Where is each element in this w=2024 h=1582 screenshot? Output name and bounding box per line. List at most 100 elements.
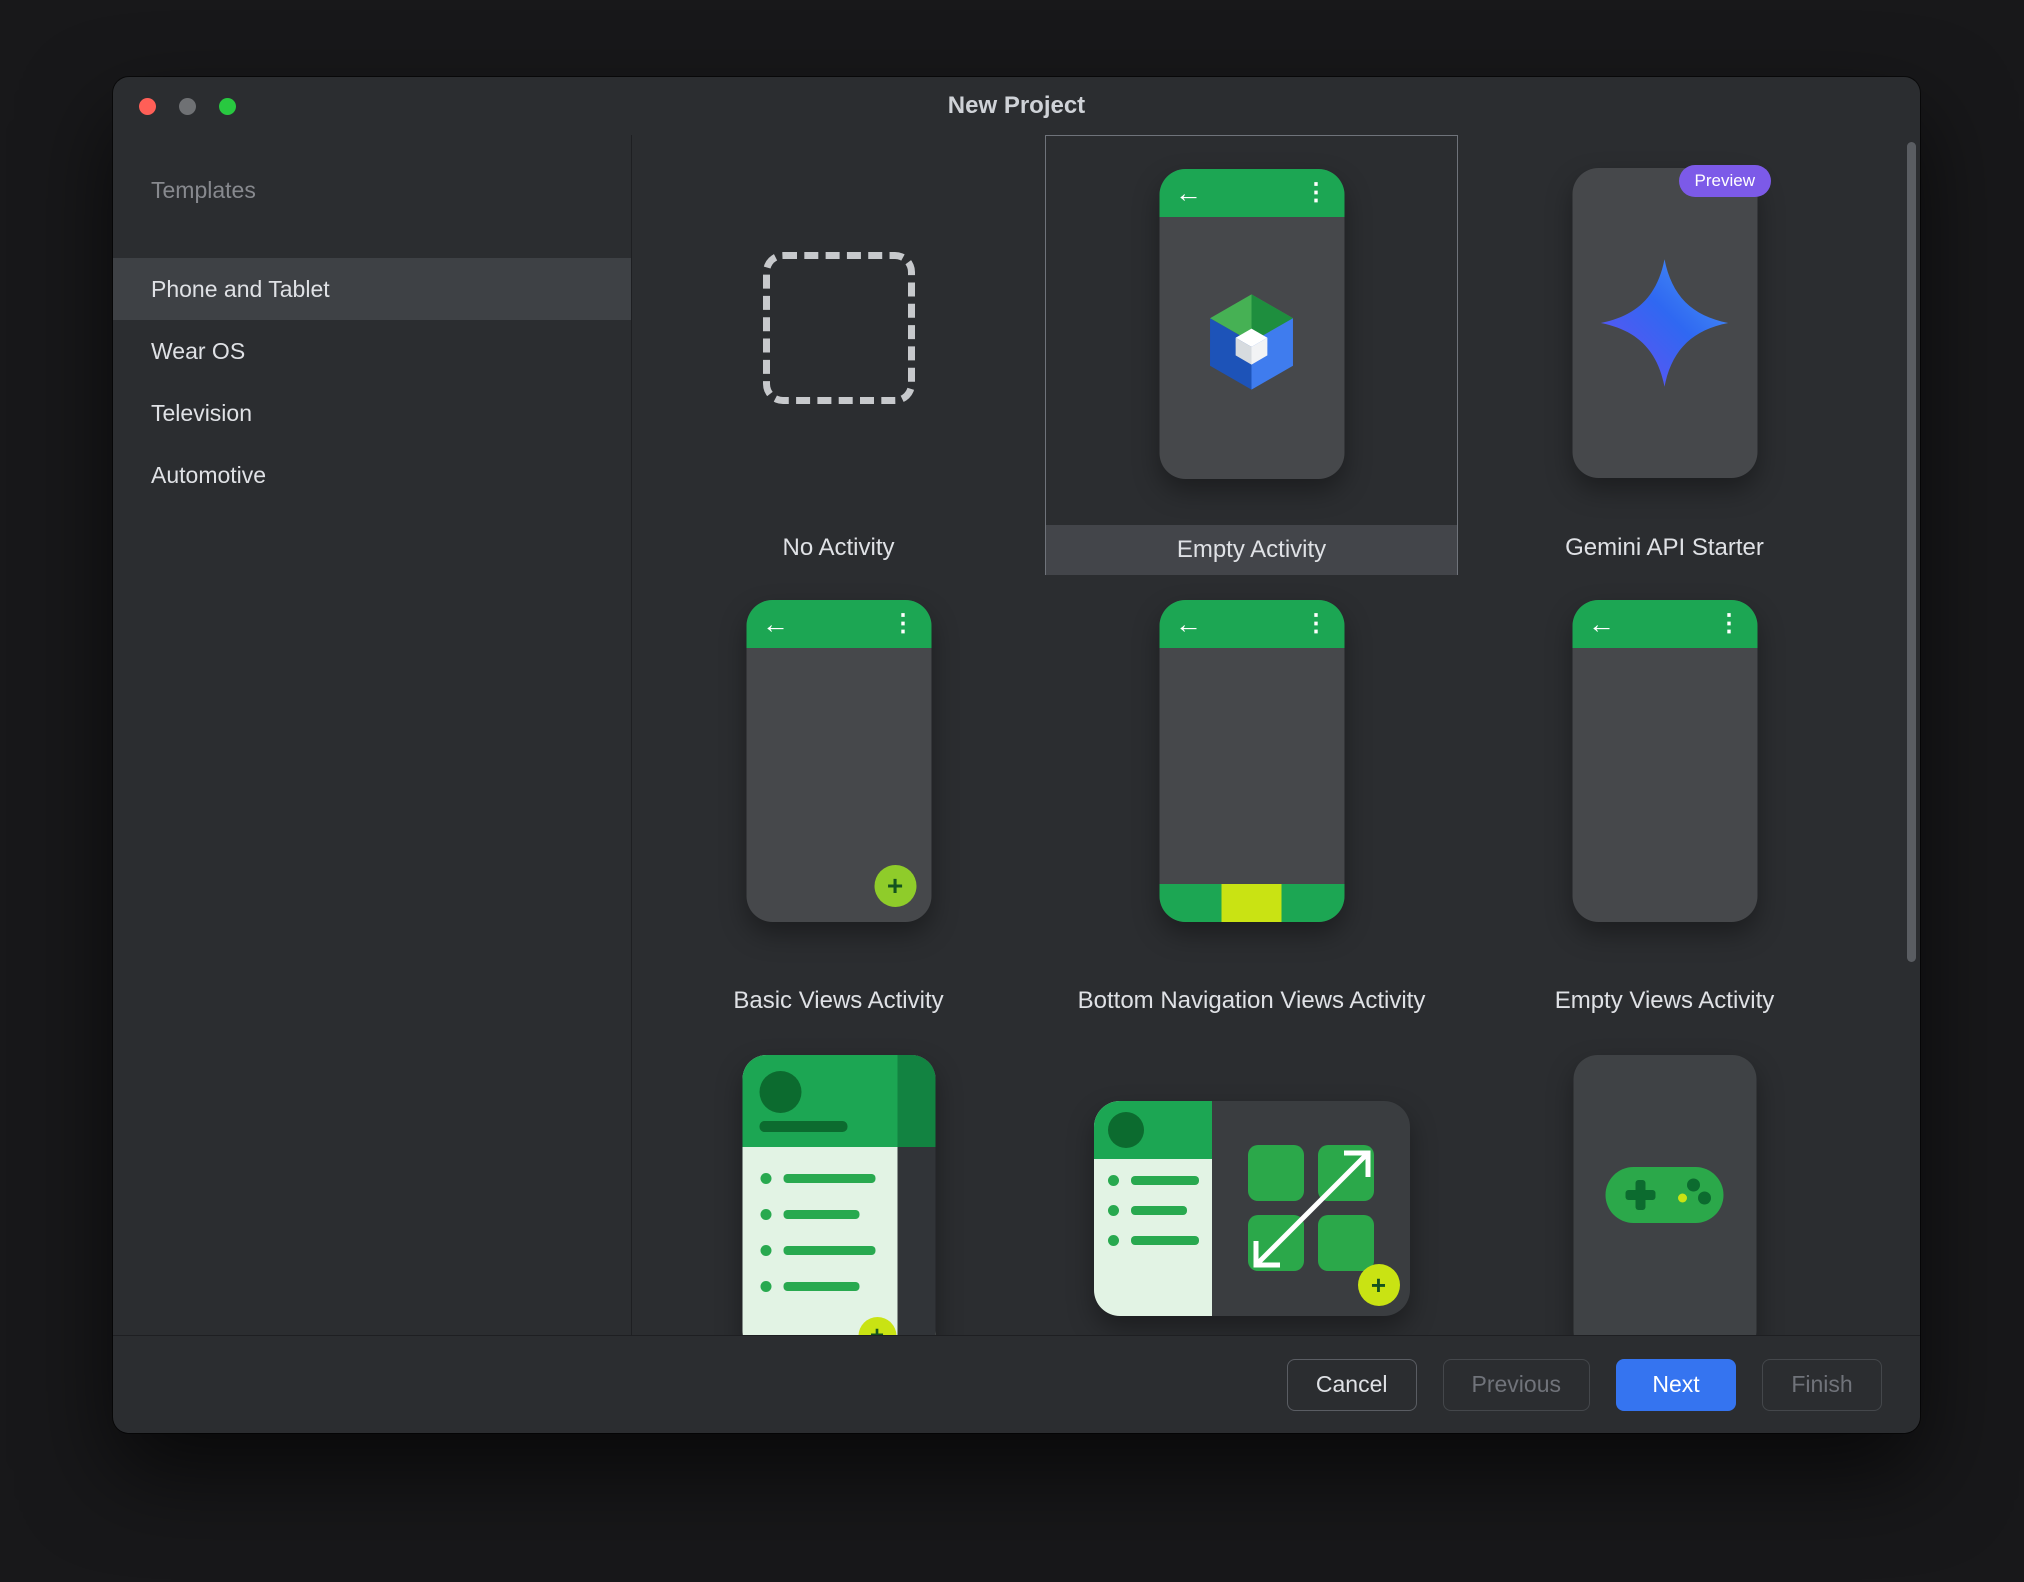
list-bullet-icon xyxy=(1108,1235,1119,1246)
close-window-button[interactable] xyxy=(139,98,156,115)
minimize-window-button[interactable] xyxy=(179,98,196,115)
template-card-navigation-drawer[interactable]: + xyxy=(632,1035,1045,1335)
templates-row-2: ← ⋮ + Basic Views Activity ← ⋮ xyxy=(632,575,1872,1035)
sidebar-item-label: Television xyxy=(151,400,252,427)
preview-badge: Preview xyxy=(1679,165,1771,197)
drawer-list-item xyxy=(760,1209,859,1220)
panel-list-item xyxy=(1108,1175,1199,1186)
bottom-nav-bar xyxy=(1159,884,1344,922)
plus-icon: + xyxy=(870,1322,884,1335)
fab-add-icon: + xyxy=(874,865,916,907)
sidebar-item-label: Phone and Tablet xyxy=(151,276,330,303)
traffic-lights xyxy=(139,77,236,135)
phone-appbar: ← ⋮ xyxy=(746,600,931,648)
sidebar-header: Templates xyxy=(151,177,256,204)
list-line xyxy=(1131,1176,1199,1185)
drawer-underlying-screen xyxy=(897,1055,935,1335)
list-line xyxy=(783,1174,875,1183)
back-arrow-icon: ← xyxy=(1175,611,1202,638)
list-bullet-icon xyxy=(1108,1175,1119,1186)
back-arrow-icon: ← xyxy=(762,611,789,638)
plus-icon: + xyxy=(887,870,903,902)
sidebar-item-label: Wear OS xyxy=(151,338,245,365)
new-project-dialog: New Project Templates Phone and Tablet W… xyxy=(113,77,1920,1433)
bottom-nav-phone-preview: ← ⋮ xyxy=(1159,600,1344,922)
overflow-menu-icon: ⋮ xyxy=(1304,181,1328,205)
template-label: Bottom Navigation Views Activity xyxy=(1045,987,1458,1015)
avatar xyxy=(759,1071,801,1113)
basic-views-phone-preview: ← ⋮ + xyxy=(746,600,931,922)
selected-template-label-bar: Empty Activity xyxy=(1046,525,1457,575)
template-card-empty-activity[interactable]: ← ⋮ Empt xyxy=(1045,135,1458,575)
empty-views-phone-preview: ← ⋮ xyxy=(1572,600,1757,922)
list-bullet-icon xyxy=(760,1173,771,1184)
template-card-gemini-api-starter[interactable]: Preview xyxy=(1458,135,1871,575)
sidebar-item-label: Automotive xyxy=(151,462,266,489)
responsive-grid-preview-icon: + xyxy=(1094,1101,1410,1316)
list-line xyxy=(783,1210,859,1219)
game-phone-preview xyxy=(1573,1055,1756,1335)
plus-icon: + xyxy=(1371,1270,1386,1301)
template-label: Gemini API Starter xyxy=(1458,534,1871,562)
back-arrow-icon: ← xyxy=(1175,180,1202,207)
no-activity-placeholder-icon xyxy=(763,252,915,404)
sidebar-item-wear-os[interactable]: Wear OS xyxy=(113,320,631,382)
vertical-scrollbar[interactable] xyxy=(1907,142,1916,962)
panel-list-item xyxy=(1108,1235,1199,1246)
list-line xyxy=(783,1282,859,1291)
finish-button[interactable]: Finish xyxy=(1762,1359,1882,1411)
dialog-footer: Cancel Previous Next Finish xyxy=(113,1335,1920,1433)
fab-add-icon: + xyxy=(858,1317,896,1335)
dialog-body: Templates Phone and Tablet Wear OS Telev… xyxy=(113,135,1920,1335)
zoom-window-button[interactable] xyxy=(219,98,236,115)
list-line xyxy=(1131,1206,1187,1215)
template-card-responsive-views[interactable]: + xyxy=(1045,1035,1458,1335)
overflow-menu-icon: ⋮ xyxy=(1304,612,1328,636)
gemini-star-icon xyxy=(1600,258,1730,388)
drawer-header-line xyxy=(759,1121,847,1132)
window-title: New Project xyxy=(948,92,1085,120)
list-line xyxy=(783,1246,875,1255)
fab-add-icon: + xyxy=(1358,1264,1400,1306)
list-bullet-icon xyxy=(1108,1205,1119,1216)
drawer-list-item xyxy=(760,1281,859,1292)
templates-sidebar: Templates Phone and Tablet Wear OS Telev… xyxy=(113,135,632,1335)
templates-grid: No Activity ← ⋮ xyxy=(632,135,1920,1335)
resize-diagonal-arrow-icon xyxy=(1244,1141,1380,1277)
phone-appbar: ← ⋮ xyxy=(1159,600,1344,648)
drawer-list-item xyxy=(760,1173,875,1184)
overflow-menu-icon: ⋮ xyxy=(1717,612,1741,636)
next-button[interactable]: Next xyxy=(1616,1359,1736,1411)
jetpack-compose-icon xyxy=(1191,281,1313,403)
list-line xyxy=(1131,1236,1199,1245)
template-label: No Activity xyxy=(632,534,1045,562)
template-card-no-activity[interactable]: No Activity xyxy=(632,135,1045,575)
template-card-bottom-navigation-views-activity[interactable]: ← ⋮ Bottom Navigation Views Activity xyxy=(1045,575,1458,1035)
avatar xyxy=(1108,1112,1144,1148)
sidebar-item-phone-and-tablet[interactable]: Phone and Tablet xyxy=(113,258,631,320)
drawer-underlying-appbar xyxy=(897,1055,935,1147)
gemini-phone-preview xyxy=(1572,168,1757,478)
previous-button[interactable]: Previous xyxy=(1443,1359,1590,1411)
sidebar-item-television[interactable]: Television xyxy=(113,382,631,444)
templates-row-1: No Activity ← ⋮ xyxy=(632,135,1872,575)
phone-appbar: ← ⋮ xyxy=(1159,169,1344,217)
sidebar-item-automotive[interactable]: Automotive xyxy=(113,444,631,506)
list-bullet-icon xyxy=(760,1209,771,1220)
template-label: Basic Views Activity xyxy=(632,987,1045,1015)
template-card-empty-views-activity[interactable]: ← ⋮ Empty Views Activity xyxy=(1458,575,1871,1035)
list-bullet-icon xyxy=(760,1245,771,1256)
template-label: Empty Activity xyxy=(1177,536,1326,564)
template-label: Empty Views Activity xyxy=(1458,987,1871,1015)
panel-list-item xyxy=(1108,1205,1187,1216)
cancel-button[interactable]: Cancel xyxy=(1287,1359,1417,1411)
template-card-basic-views-activity[interactable]: ← ⋮ + Basic Views Activity xyxy=(632,575,1045,1035)
window-titlebar[interactable]: New Project xyxy=(113,77,1920,135)
navigation-drawer-preview-icon: + xyxy=(742,1055,935,1335)
overflow-menu-icon: ⋮ xyxy=(891,612,915,636)
template-card-game-activity[interactable] xyxy=(1458,1035,1871,1335)
bottom-nav-selected-segment xyxy=(1222,884,1282,922)
game-controller-icon xyxy=(1604,1159,1726,1231)
templates-row-3: + xyxy=(632,1035,1872,1335)
list-bullet-icon xyxy=(760,1281,771,1292)
